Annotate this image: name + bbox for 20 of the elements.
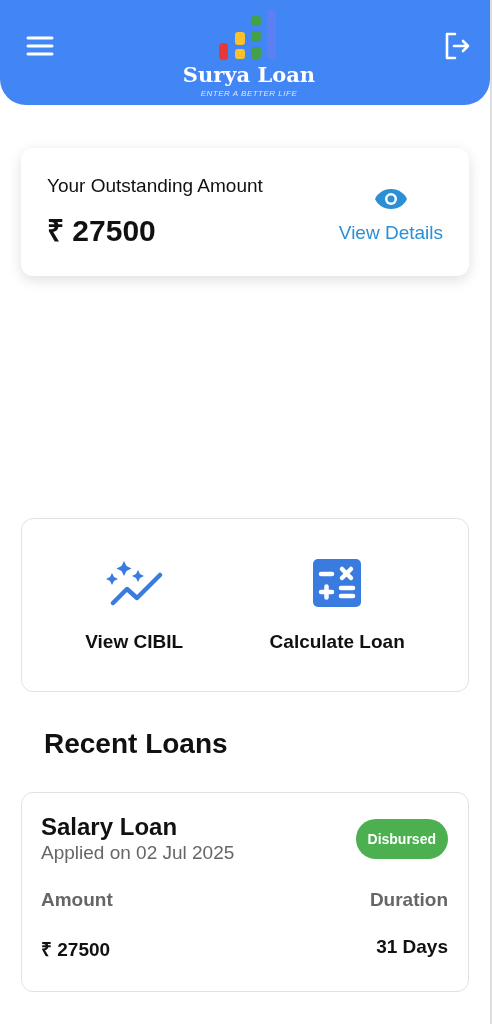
loan-duration: 31 Days	[376, 936, 448, 959]
amount-label: Amount	[41, 889, 113, 911]
outstanding-amount: ₹ 27500	[47, 212, 157, 249]
brand-name: Surya Loan	[182, 61, 316, 88]
calculator-icon	[313, 559, 362, 607]
view-details-link[interactable]: View Details	[338, 222, 443, 244]
loan-amount: ₹ 27500	[41, 938, 111, 962]
outstanding-label: Your Outstanding Amount	[47, 174, 263, 197]
action-button[interactable]: Calculate Loan	[269, 557, 405, 653]
status-badge: Disbursed	[355, 819, 448, 859]
tagline: ENTER A BETTER LIFE	[200, 87, 298, 100]
section-heading: Recent Loans	[44, 728, 229, 760]
loan-name: Salary Loan	[41, 813, 179, 841]
eye-icon	[373, 188, 408, 210]
applied-date: Applied on 02 Jul 2025	[41, 841, 235, 865]
duration-label: Duration	[369, 889, 448, 911]
sparkle-chart-icon	[105, 559, 164, 607]
action-button[interactable]: View CIBIL	[85, 557, 184, 653]
menu-button[interactable]	[26, 34, 54, 57]
logout-button[interactable]	[444, 31, 470, 60]
